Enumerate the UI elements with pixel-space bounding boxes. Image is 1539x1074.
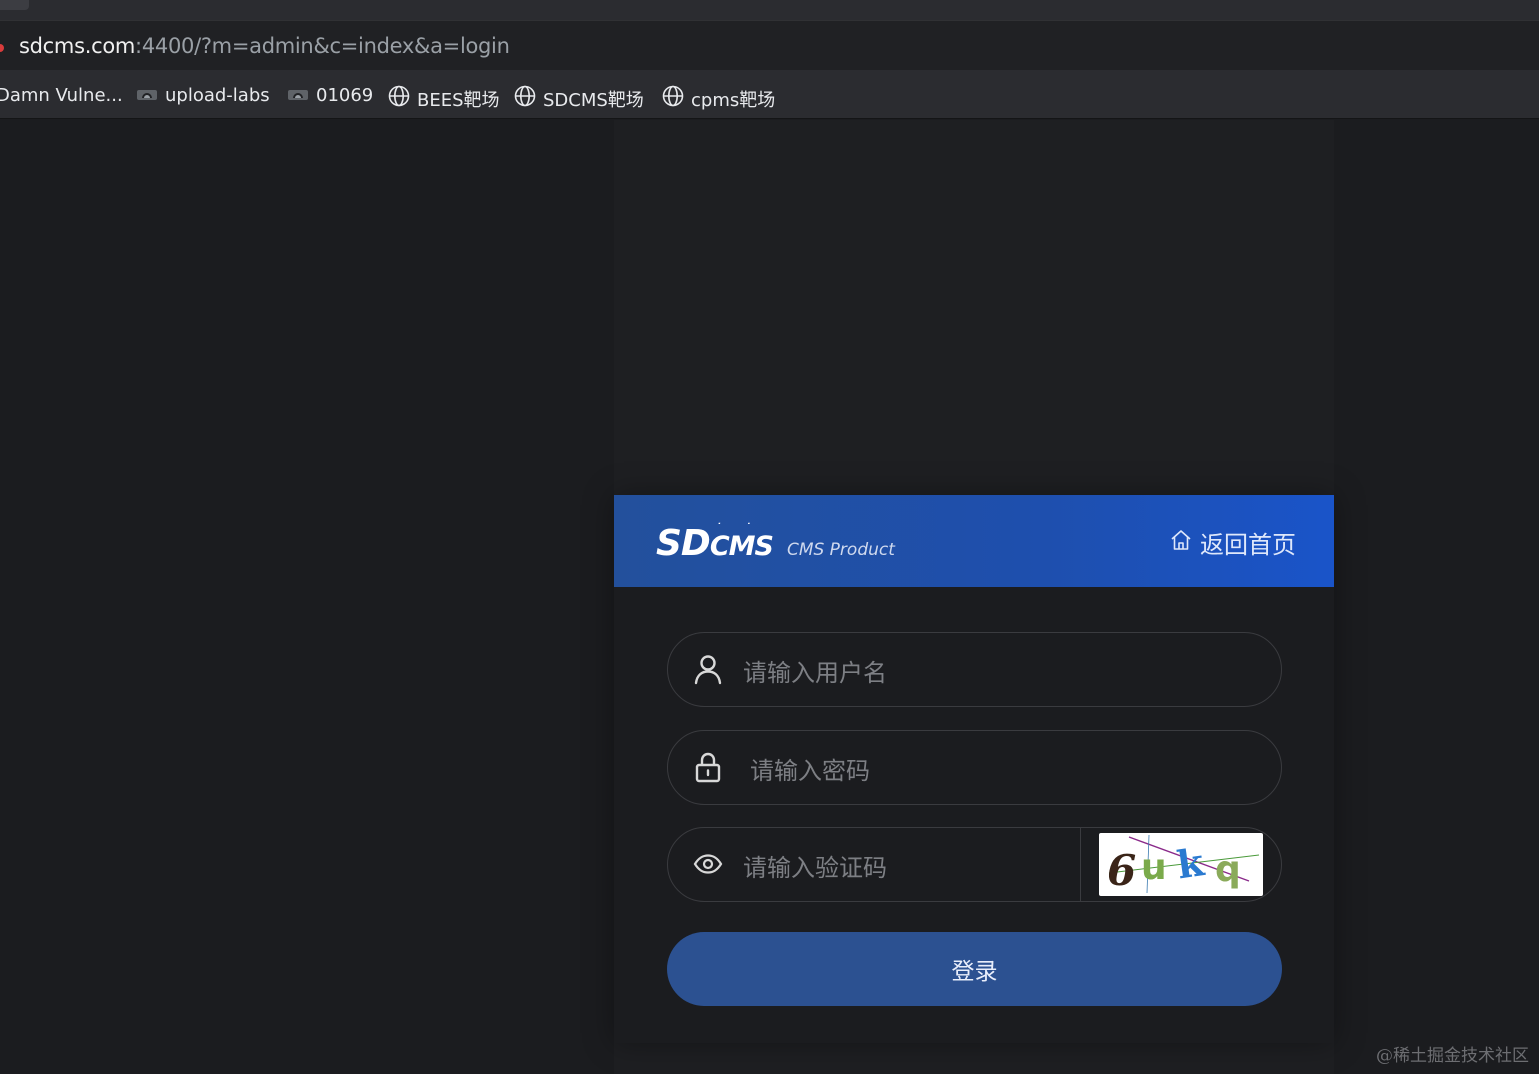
bookmark-label: Damn Vulne... <box>0 85 123 106</box>
address-bar[interactable]: sdcms.com:4400/?m=admin&c=index&a=login <box>0 20 1539 70</box>
logo-cms-text: CMS <box>709 531 774 562</box>
bookmark-label: upload-labs <box>165 85 270 106</box>
globe-icon <box>662 85 684 112</box>
username-field[interactable]: 请输入用户名 <box>667 632 1282 707</box>
cloud-icon <box>287 85 309 106</box>
password-placeholder: 请输入密码 <box>750 757 870 785</box>
bookmark-damn-vulne[interactable]: Damn Vulne... <box>0 85 123 106</box>
user-icon <box>692 653 724 685</box>
captcha-image[interactable]: 6 u k q <box>1099 833 1263 896</box>
login-button-label: 登录 <box>951 959 998 985</box>
bookmark-label: SDCMS靶场 <box>543 89 644 111</box>
bookmark-01069[interactable]: 01069 <box>287 85 373 106</box>
insecure-icon[interactable] <box>0 44 4 52</box>
login-button[interactable]: 登录 <box>667 932 1282 1006</box>
captcha-field[interactable]: 请输入验证码 6 u k q <box>667 827 1282 902</box>
globe-icon <box>514 85 536 112</box>
return-home-link[interactable]: 返回首页 <box>1170 525 1296 560</box>
browser-tab-strip <box>0 0 1539 20</box>
bookmark-sdcms[interactable]: SDCMS靶场 <box>514 85 644 112</box>
lock-icon <box>692 751 724 783</box>
bookmark-label: 01069 <box>316 85 374 106</box>
bookmarks-bar: Damn Vulne... upload-labs 01069 BEES靶场 S… <box>0 70 1539 119</box>
logo-sd: SD <box>656 523 711 564</box>
username-placeholder: 请输入用户名 <box>743 659 887 687</box>
bookmark-bees[interactable]: BEES靶场 <box>388 85 500 112</box>
url-path: :4400/?m=admin&c=index&a=login <box>135 34 510 58</box>
url-text[interactable]: sdcms.com:4400/?m=admin&c=index&a=login <box>19 34 510 58</box>
bookmark-cpms[interactable]: cpms靶场 <box>662 85 775 112</box>
logo-tagline: CMS Product <box>786 540 895 560</box>
captcha-char: k <box>1174 839 1207 887</box>
browser-tab[interactable] <box>0 0 29 10</box>
cloud-icon <box>136 85 158 106</box>
captcha-char: 6 <box>1107 846 1136 895</box>
captcha-char: u <box>1141 847 1167 888</box>
home-icon <box>1170 529 1192 557</box>
return-home-label: 返回首页 <box>1200 531 1296 559</box>
bookmark-upload-labs[interactable]: upload-labs <box>136 85 270 106</box>
bookmark-label: BEES靶场 <box>417 89 500 111</box>
url-host: sdcms.com <box>19 34 136 58</box>
logo-cms: ˙˙ CMS <box>709 521 774 562</box>
captcha-divider <box>1080 828 1081 901</box>
login-header: SD ˙˙ CMS CMS Product 返回首页 <box>614 495 1334 587</box>
watermark: @稀土掘金技术社区 <box>1376 1046 1529 1066</box>
eye-icon <box>692 848 724 880</box>
bookmark-label: cpms靶场 <box>691 89 776 111</box>
logo-decoration: ˙˙ <box>715 521 775 534</box>
login-card: SD ˙˙ CMS CMS Product 返回首页 请输入用户名 请输入密码 <box>614 495 1334 1043</box>
globe-icon <box>388 85 410 112</box>
captcha-char: q <box>1215 849 1241 890</box>
sdcms-logo: SD ˙˙ CMS CMS Product <box>656 521 895 564</box>
password-field[interactable]: 请输入密码 <box>667 730 1282 805</box>
captcha-placeholder: 请输入验证码 <box>743 854 887 882</box>
